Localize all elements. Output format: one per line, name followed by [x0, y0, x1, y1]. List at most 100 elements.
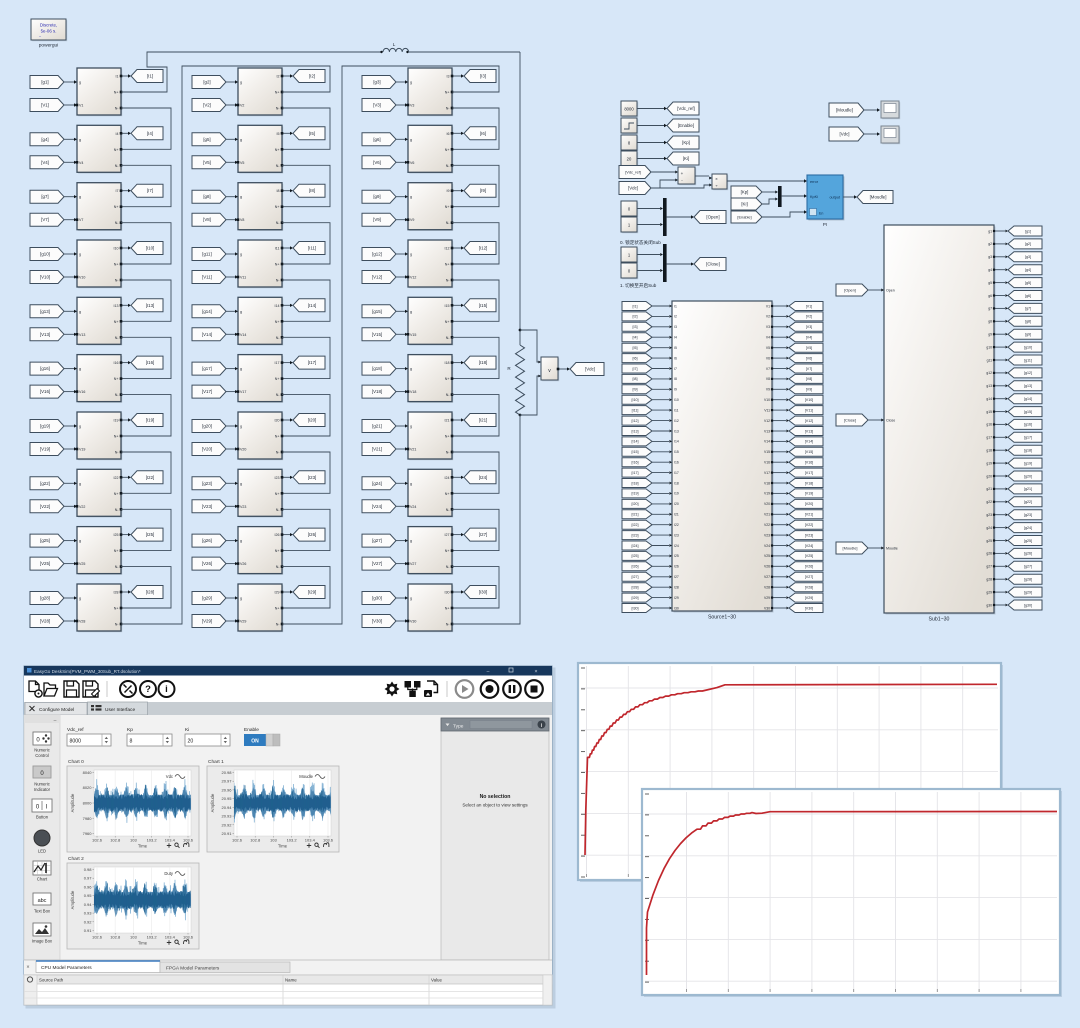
svg-text:V6: V6	[766, 356, 770, 360]
svg-text:V18: V18	[764, 481, 770, 485]
svg-text:V2: V2	[240, 104, 244, 108]
svg-text:Type: Type	[453, 723, 464, 729]
svg-text:[g14]: [g14]	[202, 309, 212, 314]
svg-text:V9: V9	[766, 388, 770, 392]
svg-text:PI: PI	[823, 222, 827, 227]
svg-text:User Interface: User Interface	[105, 707, 135, 713]
svg-text:[V16]: [V16]	[805, 461, 813, 465]
svg-text:[Vdc_ref]: [Vdc_ref]	[625, 169, 641, 174]
svg-text:[Enable]: [Enable]	[737, 214, 751, 219]
svg-text:[g7]: [g7]	[41, 194, 48, 199]
svg-text:g: g	[240, 195, 242, 199]
svg-text:?: ?	[145, 684, 151, 695]
svg-text:I20: I20	[674, 502, 679, 506]
svg-text:[g16]: [g16]	[40, 366, 50, 371]
svg-text:[V2]: [V2]	[806, 315, 812, 319]
svg-text:[I6]: [I6]	[633, 356, 638, 360]
svg-text:[g4]: [g4]	[41, 137, 48, 142]
svg-text:0.97: 0.97	[84, 876, 93, 881]
svg-text:5e-06 s.: 5e-06 s.	[41, 29, 57, 34]
svg-text:g: g	[79, 425, 81, 429]
svg-text:I23: I23	[674, 533, 679, 537]
svg-text:V9: V9	[410, 218, 414, 222]
svg-text:I5: I5	[674, 346, 677, 350]
svg-text:[V10]: [V10]	[40, 275, 50, 280]
svg-text:Open: Open	[886, 288, 895, 292]
svg-text:[g20]: [g20]	[202, 424, 212, 429]
svg-text:[I10]: [I10]	[146, 246, 155, 251]
svg-text:Vdc_ref: Vdc_ref	[67, 727, 84, 733]
svg-text:I19: I19	[114, 419, 119, 423]
svg-text:103.4: 103.4	[305, 838, 316, 843]
svg-text:[V27]: [V27]	[372, 561, 382, 566]
svg-text:[I4]: [I4]	[147, 131, 153, 136]
svg-text:102.6: 102.6	[232, 838, 243, 843]
svg-text:[g16]: [g16]	[1024, 423, 1032, 427]
svg-text:[I15]: [I15]	[479, 303, 488, 308]
svg-text:g9: g9	[988, 333, 992, 337]
svg-text:[V3]: [V3]	[373, 103, 381, 108]
svg-text:[V26]: [V26]	[202, 561, 212, 566]
svg-text:[V1]: [V1]	[41, 103, 49, 108]
svg-text:[g11]: [g11]	[1024, 358, 1032, 362]
svg-text:[I19]: [I19]	[146, 418, 155, 423]
svg-text:V6: V6	[410, 161, 414, 165]
svg-text:[V27]: [V27]	[805, 575, 813, 579]
svg-text:g: g	[240, 253, 242, 257]
svg-text:g: g	[240, 310, 242, 314]
svg-text:V15: V15	[410, 333, 416, 337]
svg-text:N+: N+	[275, 607, 280, 611]
svg-text:N+: N+	[445, 148, 450, 152]
svg-text:[I17]: [I17]	[308, 360, 317, 365]
svg-text:[Open]: [Open]	[844, 287, 856, 292]
svg-text:20: 20	[188, 739, 194, 745]
svg-text:V12: V12	[764, 419, 770, 423]
svg-text:V29: V29	[240, 620, 246, 624]
svg-text:Sub1~30: Sub1~30	[929, 617, 950, 623]
svg-text:[I7]: [I7]	[147, 188, 153, 193]
svg-text:g: g	[240, 367, 242, 371]
svg-text:V30: V30	[764, 606, 770, 610]
svg-text:[g13]: [g13]	[40, 309, 50, 314]
svg-text:[V14]: [V14]	[202, 332, 212, 337]
svg-text:[g23]: [g23]	[202, 481, 212, 486]
svg-text:I18: I18	[445, 361, 450, 365]
svg-text:103.4: 103.4	[165, 935, 176, 940]
svg-text:[V26]: [V26]	[805, 565, 813, 569]
svg-text:I9: I9	[447, 189, 450, 193]
svg-text:I14: I14	[674, 440, 679, 444]
svg-text:[g27]: [g27]	[1024, 565, 1032, 569]
svg-text:N+: N+	[445, 492, 450, 496]
svg-text:V22: V22	[79, 505, 85, 509]
svg-text:[Vdc_ref]: [Vdc_ref]	[677, 106, 695, 111]
svg-text:[g24]: [g24]	[1024, 526, 1032, 530]
svg-text:[V12]: [V12]	[805, 419, 813, 423]
svg-text:[I15]: [I15]	[632, 450, 639, 454]
svg-text:I13: I13	[674, 429, 679, 433]
svg-text:20.92: 20.92	[221, 822, 232, 827]
svg-text:abc: abc	[38, 898, 47, 904]
svg-text:g: g	[240, 425, 242, 429]
svg-text:[V18]: [V18]	[805, 481, 813, 485]
svg-text:[g17]: [g17]	[1024, 436, 1032, 440]
svg-text:[V29]: [V29]	[805, 596, 813, 600]
svg-text:V8: V8	[240, 218, 244, 222]
svg-text:[I12]: [I12]	[632, 419, 639, 423]
svg-text:[I30]: [I30]	[632, 606, 639, 610]
svg-text:103.4: 103.4	[165, 838, 176, 843]
svg-text:N+: N+	[445, 263, 450, 267]
svg-text:[V28]: [V28]	[805, 586, 813, 590]
svg-text:102.8: 102.8	[110, 838, 121, 843]
svg-text:20.94: 20.94	[221, 805, 232, 810]
svg-text:I12: I12	[674, 419, 679, 423]
svg-text:I8: I8	[277, 189, 280, 193]
svg-text:[g27]: [g27]	[372, 538, 382, 543]
svg-text:[g4]: [g4]	[1025, 268, 1031, 272]
svg-text:[g29]: [g29]	[202, 596, 212, 601]
svg-text:I4: I4	[116, 132, 119, 136]
svg-text:I11: I11	[275, 247, 280, 251]
svg-text:[g25]: [g25]	[1024, 539, 1032, 543]
svg-text:V8: V8	[766, 377, 770, 381]
svg-text:[V23]: [V23]	[805, 533, 813, 537]
svg-text:[Moudle]: [Moudle]	[836, 108, 853, 113]
